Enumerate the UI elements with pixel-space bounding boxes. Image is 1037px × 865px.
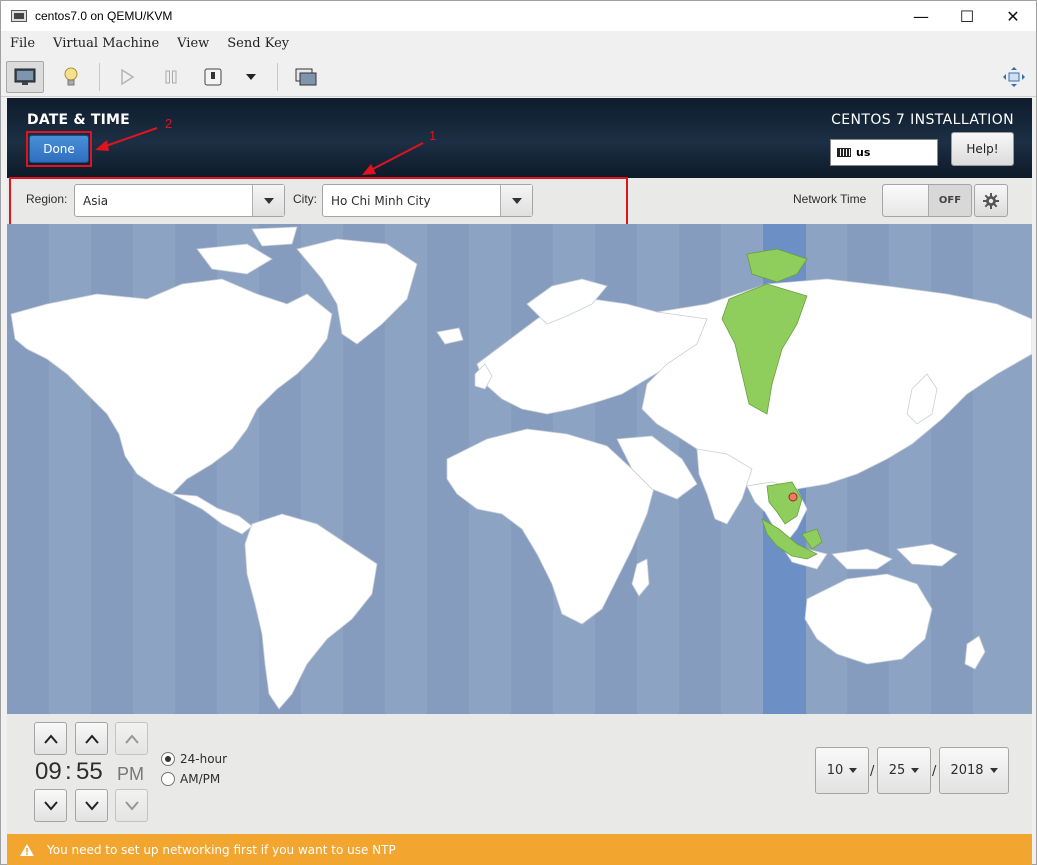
network-time-toggle[interactable]: OFF — [882, 184, 972, 217]
lightbulb-icon — [64, 67, 78, 86]
minute-up-button[interactable] — [75, 722, 108, 755]
radio-indicator[interactable] — [161, 772, 175, 786]
monitor-icon — [14, 68, 36, 85]
radio-indicator[interactable] — [161, 752, 175, 766]
chevron-down-icon — [43, 800, 58, 811]
gear-icon — [983, 192, 999, 209]
menu-bar: File Virtual Machine View Send Key — [1, 31, 1036, 55]
screenshot-button[interactable] — [291, 61, 321, 93]
maximize-button[interactable]: ☐ — [944, 1, 990, 31]
time-date-controls: 09 : 55 PM 24-hour AM/PM 10 / 25 / 2018 — [7, 714, 1032, 834]
run-button[interactable] — [113, 61, 141, 93]
console-view-button[interactable] — [6, 61, 44, 93]
minutes-value: 55 — [76, 758, 103, 785]
toggle-knob[interactable] — [883, 185, 929, 216]
chevron-down-icon — [124, 800, 139, 811]
year-dropdown[interactable]: 2018 — [939, 747, 1009, 794]
date-separator: / — [870, 764, 875, 779]
menu-virtual-machine[interactable]: Virtual Machine — [44, 36, 168, 51]
month-value: 10 — [826, 763, 844, 778]
year-value: 2018 — [950, 763, 984, 778]
minimize-button[interactable]: — — [898, 1, 944, 31]
chevron-up-icon — [43, 733, 58, 744]
installer-header: DATE & TIME Done CENTOS 7 INSTALLATION u… — [7, 98, 1032, 178]
network-time-label: Network Time — [793, 192, 867, 206]
day-value: 25 — [888, 763, 906, 778]
day-dropdown[interactable]: 25 — [877, 747, 931, 794]
shutdown-menu-dropdown[interactable] — [239, 61, 263, 93]
spoke-title: DATE & TIME — [27, 112, 130, 128]
title-bar: centos7.0 on QEMU/KVM — ☐ ✕ — [1, 1, 1036, 31]
vm-app-icon — [11, 10, 27, 22]
keyboard-layout-indicator[interactable]: us — [830, 139, 938, 166]
toolbar-separator — [99, 63, 100, 91]
toolbar-separator — [277, 63, 278, 91]
warning-text: You need to set up networking first if y… — [47, 843, 396, 857]
region-highlight-box — [9, 177, 628, 227]
format-24-hour-radio[interactable]: 24-hour — [161, 752, 227, 766]
product-title: CENTOS 7 INSTALLATION — [831, 112, 1014, 128]
pause-icon — [165, 70, 177, 84]
chevron-up-icon — [124, 733, 139, 744]
time-separator: : — [65, 758, 72, 785]
month-dropdown[interactable]: 10 — [815, 747, 869, 794]
annotation-marker-2: 2 — [165, 116, 173, 131]
close-button[interactable]: ✕ — [990, 1, 1036, 31]
chevron-down-icon — [911, 768, 920, 773]
window-title: centos7.0 on QEMU/KVM — [35, 9, 173, 23]
keyboard-layout-label: us — [856, 146, 871, 159]
period-value: PM — [117, 764, 144, 784]
chevron-down-icon — [849, 768, 858, 773]
ntp-warning-bar: You need to set up networking first if y… — [7, 834, 1032, 865]
hour-down-button[interactable] — [34, 789, 67, 822]
details-view-button[interactable] — [56, 61, 86, 93]
chevron-down-icon — [989, 768, 998, 773]
fullscreen-icon — [1003, 67, 1025, 87]
vm-guest-screen[interactable]: DATE & TIME Done CENTOS 7 INSTALLATION u… — [7, 98, 1032, 865]
hours-value: 09 — [35, 758, 62, 785]
shutdown-button[interactable] — [199, 61, 227, 93]
ntp-config-button[interactable] — [974, 184, 1008, 217]
date-separator: / — [932, 764, 937, 779]
selected-city-marker[interactable] — [788, 492, 798, 502]
done-highlight-box — [26, 131, 92, 167]
play-icon — [121, 68, 135, 86]
warning-icon — [20, 844, 34, 856]
menu-file[interactable]: File — [1, 36, 44, 51]
menu-view[interactable]: View — [168, 36, 218, 51]
format-ampm-label: AM/PM — [180, 772, 221, 786]
annotation-marker-1: 1 — [429, 128, 437, 143]
minute-down-button[interactable] — [75, 789, 108, 822]
format-24-hour-label: 24-hour — [180, 752, 228, 766]
world-map[interactable] — [7, 224, 1032, 714]
vm-viewer-window: centos7.0 on QEMU/KVM — ☐ ✕ File Virtual… — [0, 0, 1037, 865]
power-icon — [204, 68, 222, 86]
timezone-map[interactable] — [7, 224, 1032, 714]
toolbar — [1, 57, 1036, 97]
fullscreen-button[interactable] — [999, 61, 1029, 93]
period-down-button[interactable] — [115, 789, 148, 822]
screenshot-icon — [295, 68, 317, 86]
chevron-down-icon — [84, 800, 99, 811]
dropdown-icon — [246, 74, 256, 80]
pause-button[interactable] — [157, 61, 185, 93]
period-up-button[interactable] — [115, 722, 148, 755]
keyboard-icon — [837, 148, 851, 157]
network-time-state: OFF — [938, 195, 962, 206]
format-ampm-radio[interactable]: AM/PM — [161, 772, 220, 786]
chevron-up-icon — [84, 733, 99, 744]
help-button[interactable]: Help! — [951, 132, 1014, 166]
menu-send-key[interactable]: Send Key — [218, 36, 298, 51]
hour-up-button[interactable] — [34, 722, 67, 755]
